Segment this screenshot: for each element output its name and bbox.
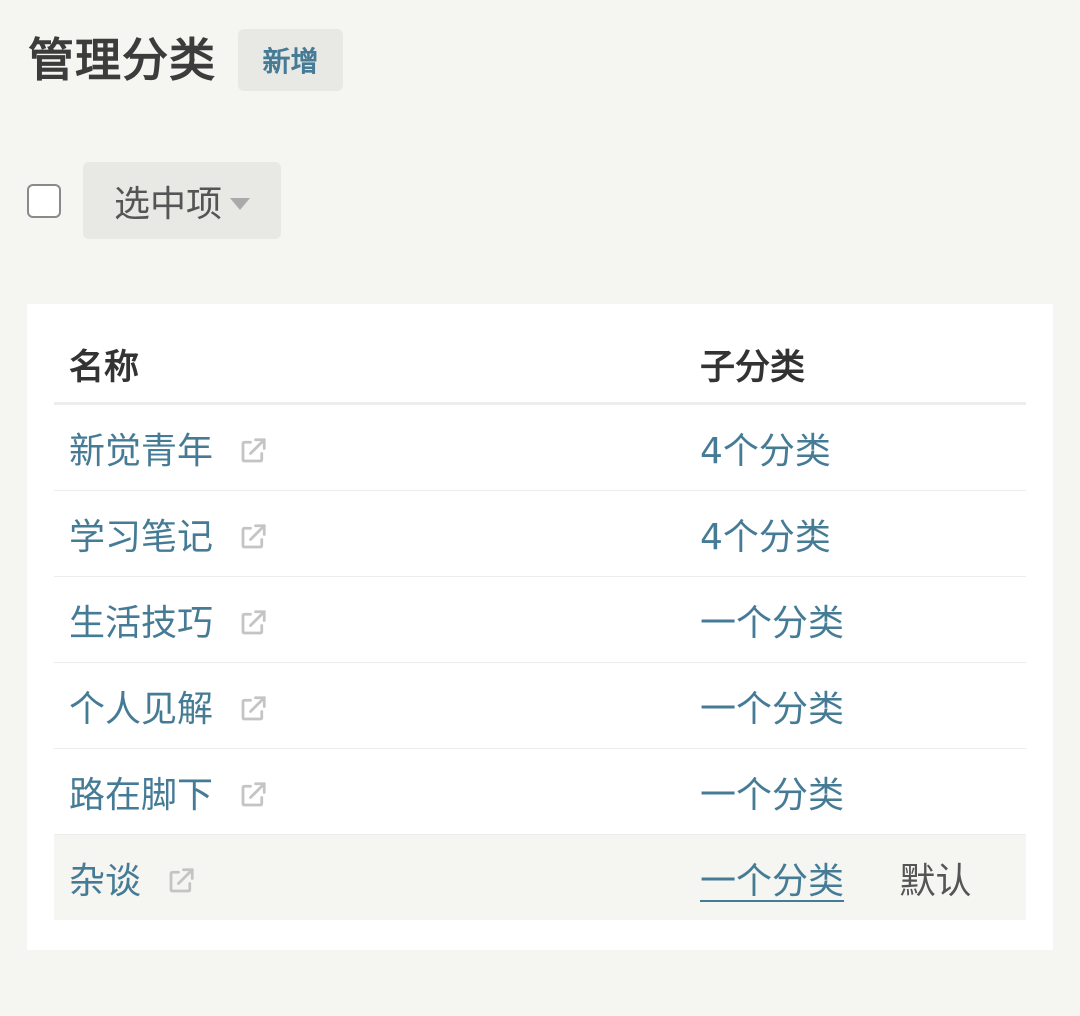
- name-cell: 新觉青年: [54, 403, 685, 491]
- table-row: 杂谈 一个分类 默认: [54, 834, 1026, 920]
- default-badge: 默认: [899, 860, 972, 902]
- children-cell: 4个分类: [685, 490, 1026, 577]
- child-categories-link[interactable]: 一个分类: [700, 775, 844, 816]
- external-link-icon[interactable]: [238, 436, 268, 466]
- category-name-link[interactable]: 路在脚下: [69, 775, 213, 816]
- name-cell: 路在脚下: [54, 748, 685, 835]
- external-link-icon[interactable]: [166, 866, 196, 896]
- name-cell: 学习笔记: [54, 490, 685, 577]
- category-name-link[interactable]: 新觉青年: [69, 431, 213, 472]
- children-cell: 一个分类: [685, 748, 1026, 835]
- toolbar: 选中项: [27, 162, 281, 239]
- table-row: 个人见解 一个分类: [54, 662, 1026, 749]
- children-cell: 4个分类: [685, 403, 1026, 491]
- category-name-link[interactable]: 生活技巧: [69, 603, 213, 644]
- children-cell: 一个分类: [685, 662, 1026, 749]
- category-name-link[interactable]: 杂谈: [69, 861, 141, 902]
- category-table: 名称 子分类 新觉青年 4个分类 学习笔记 4个分类 生活技巧 一个分类 个人见…: [54, 326, 1026, 920]
- table-row: 学习笔记 4个分类: [54, 490, 1026, 577]
- external-link-icon[interactable]: [238, 780, 268, 810]
- caret-down-icon: [230, 197, 250, 210]
- category-name-link[interactable]: 个人见解: [69, 689, 213, 730]
- manage-categories-page: 管理分类 新增 选中项 名称 子分类 新觉青年 4个分类 学习笔记 4个分类 生…: [0, 0, 1080, 1016]
- child-categories-link[interactable]: 一个分类: [700, 603, 844, 644]
- name-cell: 杂谈: [54, 834, 685, 920]
- column-header-name: 名称: [54, 326, 685, 405]
- children-cell: 一个分类 默认: [685, 834, 1026, 920]
- header: 管理分类 新增: [28, 28, 343, 92]
- external-link-icon[interactable]: [238, 608, 268, 638]
- table-row: 生活技巧 一个分类: [54, 576, 1026, 663]
- external-link-icon[interactable]: [238, 694, 268, 724]
- category-name-link[interactable]: 学习笔记: [69, 517, 213, 558]
- page-title: 管理分类: [28, 33, 216, 87]
- select-all-checkbox[interactable]: [27, 183, 61, 218]
- name-cell: 个人见解: [54, 662, 685, 749]
- child-categories-link[interactable]: 4个分类: [700, 431, 831, 472]
- table-row: 新觉青年 4个分类: [54, 403, 1026, 491]
- child-categories-link[interactable]: 4个分类: [700, 517, 831, 558]
- bulk-action-label: 选中项: [113, 183, 222, 225]
- external-link-icon[interactable]: [238, 522, 268, 552]
- table-header-row: 名称 子分类: [54, 326, 1026, 405]
- child-categories-link[interactable]: 一个分类: [700, 689, 844, 730]
- child-categories-link[interactable]: 一个分类: [700, 861, 844, 902]
- add-category-button[interactable]: 新增: [238, 29, 343, 91]
- table-row: 路在脚下 一个分类: [54, 748, 1026, 835]
- children-cell: 一个分类: [685, 576, 1026, 663]
- bulk-action-dropdown[interactable]: 选中项: [83, 162, 281, 239]
- name-cell: 生活技巧: [54, 576, 685, 663]
- column-header-children: 子分类: [685, 326, 1026, 405]
- category-table-panel: 名称 子分类 新觉青年 4个分类 学习笔记 4个分类 生活技巧 一个分类 个人见…: [27, 304, 1053, 950]
